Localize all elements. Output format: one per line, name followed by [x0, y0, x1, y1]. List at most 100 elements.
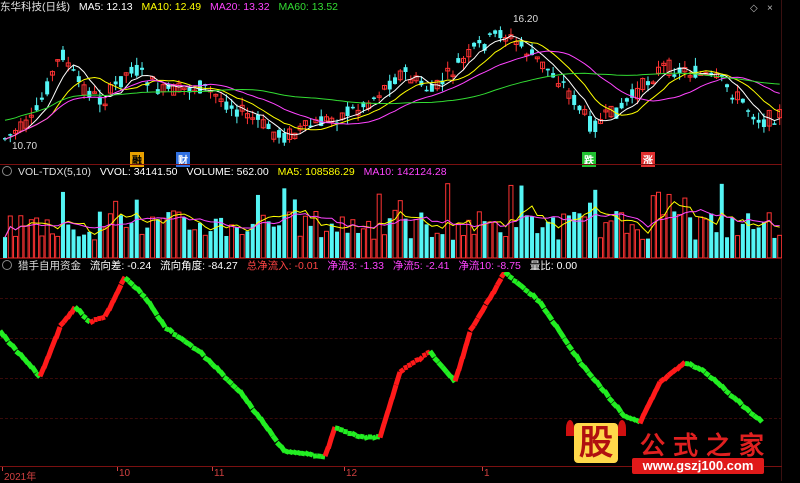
volume-bar — [736, 236, 740, 258]
candle-body — [646, 81, 650, 85]
fund-flow-segment — [248, 402, 252, 408]
fund-flow-segment — [509, 276, 513, 279]
fund-flow-segment — [325, 447, 328, 456]
fund-flow-segment — [596, 381, 600, 387]
volume-bar — [751, 229, 755, 258]
candle-body — [277, 130, 281, 138]
fund-flow-segment — [693, 366, 697, 368]
volume-bar — [762, 223, 766, 258]
candle-body — [762, 119, 766, 127]
fund-flow-segment — [173, 334, 177, 335]
volume-bar — [730, 218, 734, 258]
fund-flow-segment — [438, 362, 442, 367]
volume-bar — [546, 222, 550, 258]
fund-flow-segment — [321, 456, 325, 457]
fund-flow-segment — [713, 378, 717, 383]
fund-flow-segment — [309, 454, 313, 456]
volume-bar — [272, 227, 276, 258]
volume-bar — [288, 212, 292, 258]
fund-flow-segment — [588, 372, 592, 377]
volume-bar — [324, 231, 328, 258]
volume-bar — [330, 224, 334, 258]
volume-bar — [135, 200, 139, 258]
volume-bar — [430, 237, 434, 258]
volume-bar — [498, 232, 502, 258]
volume-bar — [98, 212, 102, 258]
candle-body — [741, 99, 745, 103]
volume-bar — [404, 219, 408, 258]
volume-bar — [103, 228, 107, 258]
fund-flow-segment — [486, 299, 490, 305]
fund-flow-segment — [60, 322, 64, 326]
candle-body — [388, 81, 392, 90]
candle-body — [725, 84, 729, 87]
indicator-toggle-icon[interactable] — [2, 166, 12, 176]
volume-bar — [714, 232, 718, 258]
volume-bar — [256, 195, 260, 258]
volume-bar — [87, 232, 91, 258]
fund-flow-segment — [750, 413, 754, 416]
candle-body — [351, 107, 355, 109]
ind-name: 猎手自用资金 — [18, 260, 81, 272]
volume-bar — [440, 234, 444, 258]
fund-flow-segment — [269, 429, 273, 436]
volume-bar — [140, 234, 144, 258]
volume-bar — [235, 227, 239, 258]
fund-flow-segment — [8, 342, 12, 346]
volume-bar — [688, 217, 692, 258]
candle-body — [472, 43, 476, 47]
volume-bar — [24, 226, 28, 258]
vol-ma10-value: MA10: 142124.28 — [364, 166, 447, 178]
fund-flow-segment — [524, 289, 528, 292]
logo-horn-left — [566, 420, 574, 436]
volume-bar — [14, 236, 18, 258]
volume-bar — [609, 221, 613, 258]
price-chart[interactable] — [0, 12, 782, 162]
fund-flow-segment — [725, 391, 729, 394]
volume-bar — [678, 215, 682, 258]
volume-bar — [778, 235, 782, 258]
volume-bar — [535, 233, 539, 258]
volume-bar — [209, 231, 213, 258]
volume-bar — [177, 212, 181, 258]
volume-bar — [303, 216, 307, 258]
volume-bar — [398, 201, 402, 258]
fund-flow-segment — [482, 305, 486, 312]
volume-bar — [377, 194, 381, 258]
right-scroll-strip[interactable] — [781, 0, 800, 481]
candle-body — [282, 133, 286, 143]
fund-flow-segment — [411, 362, 415, 364]
net-flow-10: 净流10: -8.75 — [458, 260, 520, 272]
logo-mark: 股 — [574, 423, 618, 463]
volume-bar — [19, 216, 23, 258]
volume-bar — [630, 225, 634, 258]
volume-chart[interactable] — [0, 178, 782, 258]
volume-bar — [556, 239, 560, 258]
volume-bar — [641, 239, 645, 258]
fund-flow-segment — [621, 412, 625, 417]
fund-flow-segment — [505, 272, 509, 275]
fund-flow-segment — [617, 406, 621, 412]
volume-bar — [767, 213, 771, 258]
fund-flow-segment — [742, 406, 746, 409]
fund-flow-segment — [408, 365, 412, 366]
volume-bar — [224, 236, 228, 258]
volume-bar — [414, 220, 418, 258]
fund-flow-segment — [455, 370, 459, 382]
volume-bar — [562, 214, 566, 258]
fund-flow-segment — [592, 378, 596, 382]
watermark-logo: 股 公式之家 www.gszj100.com — [562, 420, 772, 478]
volume-bar — [583, 217, 587, 258]
fund-flow-segment — [328, 437, 331, 448]
fund-flow-segment — [228, 380, 232, 384]
volume-bar — [77, 236, 81, 258]
fund-flow-segment — [32, 367, 36, 373]
fund-flow-segment — [335, 428, 339, 429]
fund-flow-segment — [648, 398, 652, 406]
axis-label-oct: 10 — [119, 468, 130, 479]
candle-body — [346, 107, 350, 116]
fund-flow-segment — [384, 411, 388, 424]
volume-bar — [277, 225, 281, 258]
fund-flow-segment — [536, 299, 540, 302]
indicator-toggle-icon[interactable] — [2, 260, 12, 270]
